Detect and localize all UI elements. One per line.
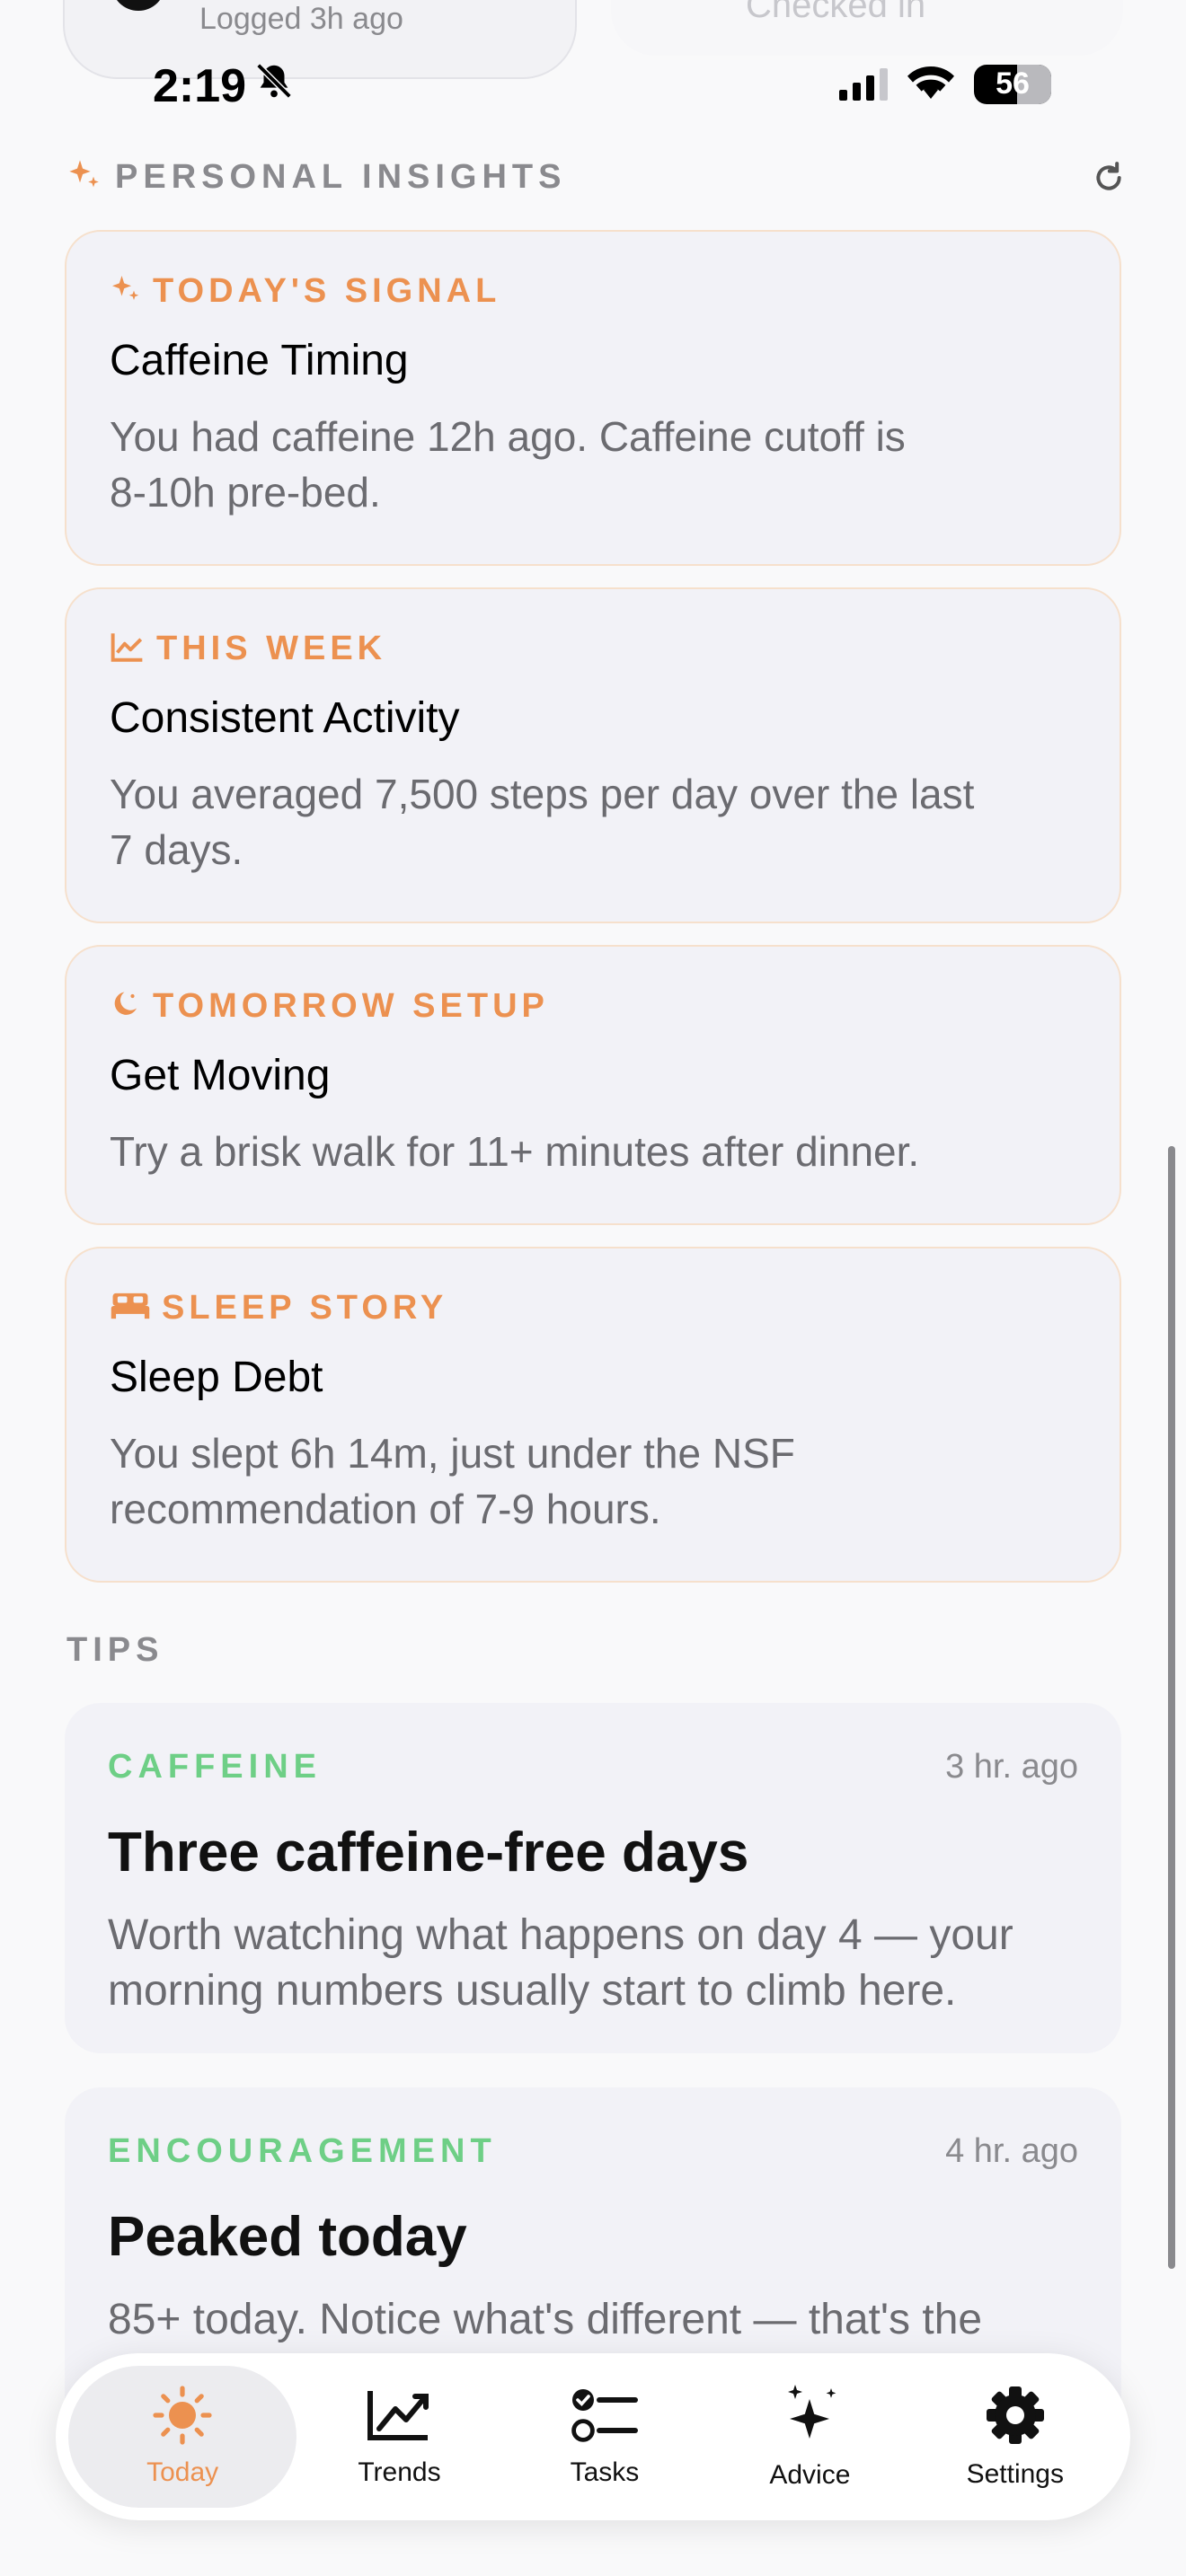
checked-in-text: Checked in: [746, 0, 926, 25]
tip-card-caffeine[interactable]: CAFFEINE 3 hr. ago Three caffeine-free d…: [65, 1703, 1121, 2053]
tab-settings[interactable]: Settings: [913, 2366, 1118, 2508]
insight-body-line: You slept 6h 14m, just under the NSF: [110, 1430, 795, 1477]
scroll-indicator[interactable]: [1168, 1146, 1175, 2269]
insight-card-todays-signal[interactable]: TODAY'S SIGNAL Caffeine Timing You had c…: [65, 230, 1121, 566]
insight-title: Get Moving: [110, 1052, 331, 1099]
tip-body: 85+ today. Notice what's different — tha…: [108, 2292, 1078, 2348]
bed-icon: [110, 1291, 151, 1326]
insight-label: THIS WEEK: [156, 629, 387, 667]
insight-body-line: 7 days.: [110, 826, 243, 873]
insight-body: You had caffeine 12h ago. Caffeine cutof…: [110, 409, 1076, 520]
battery-level: 56: [996, 66, 1030, 101]
gear-icon: [979, 2384, 1051, 2447]
insight-card-tomorrow-setup[interactable]: TOMORROW SETUP Get Moving Try a brisk wa…: [65, 945, 1121, 1225]
insight-body: You averaged 7,500 steps per day over th…: [110, 766, 1076, 878]
tip-body: Worth watching what happens on day 4 — y…: [108, 1908, 1078, 2019]
insight-body: You slept 6h 14m, just under the NSF rec…: [110, 1425, 1076, 1537]
tip-time: 4 hr. ago: [945, 2132, 1078, 2170]
insights-title: PERSONAL INSIGHTS: [115, 157, 567, 196]
tab-tasks[interactable]: Tasks: [502, 2366, 707, 2508]
trend-chart-icon: [110, 631, 146, 667]
status-time: 2:19: [153, 59, 295, 113]
tip-title: Three caffeine-free days: [108, 1822, 749, 1883]
insight-label: TOMORROW SETUP: [153, 986, 549, 1025]
tip-body-line: morning numbers usually start to climb h…: [108, 1967, 957, 2015]
tips-header: TIPS: [66, 1631, 164, 1669]
tab-label: Trends: [358, 2457, 441, 2487]
insight-label: TODAY'S SIGNAL: [153, 271, 501, 310]
insight-card-sleep-story[interactable]: SLEEP STORY Sleep Debt You slept 6h 14m,…: [65, 1247, 1121, 1583]
insight-title: Consistent Activity: [110, 694, 460, 742]
trends-icon: [363, 2386, 435, 2445]
tip-body-line: Worth watching what happens on day 4 — y…: [108, 1911, 1013, 1959]
insight-body-line: You had caffeine 12h ago. Caffeine cutof…: [110, 413, 906, 460]
cellular-signal-icon: [839, 67, 888, 101]
tip-category: CAFFEINE: [108, 1748, 322, 1786]
sparkles-icon: [774, 2383, 845, 2448]
avatar: [111, 0, 165, 11]
moon-icon: [110, 988, 142, 1025]
tasks-icon: [569, 2386, 641, 2445]
insight-body-line: recommendation of 7-9 hours.: [110, 1486, 661, 1532]
tip-body-line: 85+ today. Notice what's different — tha…: [108, 2296, 983, 2343]
logged-card-remnant[interactable]: Logged 3h ago: [63, 0, 577, 79]
sparkle-icon: [66, 157, 102, 198]
insight-label: SLEEP STORY: [162, 1288, 448, 1327]
insight-body-line: You averaged 7,500 steps per day over th…: [110, 771, 975, 817]
tip-category: ENCOURAGEMENT: [108, 2132, 497, 2170]
insight-card-this-week[interactable]: THIS WEEK Consistent Activity You averag…: [65, 587, 1121, 923]
checked-in-card-remnant[interactable]: Checked in: [611, 0, 1123, 56]
tip-title: Peaked today: [108, 2206, 467, 2268]
tip-time: 3 hr. ago: [945, 1748, 1078, 1786]
tab-label: Advice: [769, 2460, 851, 2490]
tab-today[interactable]: Today: [68, 2366, 297, 2508]
tab-label: Settings: [966, 2459, 1064, 2489]
logged-text: Logged 3h ago: [199, 2, 403, 36]
insight-body-line: 8-10h pre-bed.: [110, 469, 381, 516]
tab-trends[interactable]: Trends: [296, 2366, 501, 2508]
wifi-icon: [906, 63, 956, 105]
bell-slash-icon: [253, 59, 295, 113]
insight-title: Caffeine Timing: [110, 337, 409, 384]
status-time-text: 2:19: [153, 60, 247, 112]
sparkle-icon: [110, 273, 142, 310]
insight-title: Sleep Debt: [110, 1354, 323, 1401]
battery-icon: 56: [974, 64, 1051, 104]
status-icons: 56: [839, 63, 1051, 105]
tab-bar: Today Trends Tasks Advice Settings: [56, 2353, 1130, 2520]
insight-body-line: Try a brisk walk for 11+ minutes after d…: [110, 1128, 920, 1175]
sun-icon: [146, 2386, 218, 2445]
refresh-icon[interactable]: [1091, 160, 1127, 200]
tab-label: Today: [146, 2457, 219, 2487]
tab-advice[interactable]: Advice: [707, 2366, 912, 2508]
insights-header: PERSONAL INSIGHTS: [66, 154, 1127, 199]
insight-body: Try a brisk walk for 11+ minutes after d…: [110, 1124, 1076, 1179]
tab-label: Tasks: [570, 2457, 640, 2487]
